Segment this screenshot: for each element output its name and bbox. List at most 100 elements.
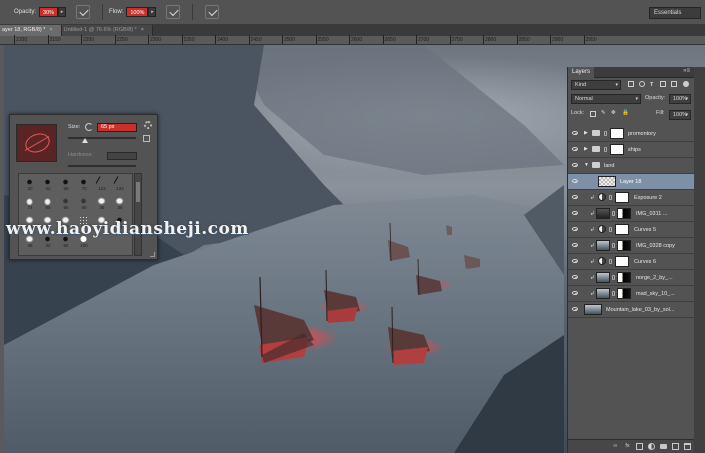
layer-row[interactable]: Layer 18 [568, 174, 695, 190]
eye-icon[interactable] [572, 131, 578, 135]
trash-icon[interactable] [684, 443, 691, 450]
layer-row[interactable]: Mountain_lake_03_by_sol... [568, 302, 695, 318]
eye-icon[interactable] [572, 211, 578, 215]
layer-row[interactable]: ▶ promontory [568, 126, 695, 142]
blend-mode-select[interactable]: Normal [571, 94, 641, 104]
gear-icon[interactable] [144, 121, 152, 129]
mask-thumbnail[interactable] [617, 240, 631, 251]
brush-preset[interactable]: 42 [41, 178, 55, 192]
pressure-size-icon[interactable] [205, 5, 220, 19]
lock-all-icon[interactable]: 🔒 [622, 108, 629, 118]
brush-preset[interactable]: 55 [59, 178, 73, 192]
close-icon[interactable]: × [49, 27, 52, 33]
new-layer-icon[interactable] [672, 443, 679, 450]
hardness-input[interactable] [107, 152, 137, 160]
mask-icon[interactable] [636, 443, 643, 450]
fx-icon[interactable]: fx [624, 443, 631, 450]
mask-thumbnail[interactable] [615, 192, 629, 203]
adjustment-filter-icon[interactable] [639, 81, 645, 87]
filter-toggle-icon[interactable] [683, 81, 689, 87]
layer-thumbnail[interactable] [596, 272, 610, 283]
eye-icon[interactable] [572, 163, 578, 167]
layer-row[interactable]: ↲ mad_sky_10_... [568, 286, 695, 302]
brush-preset[interactable]: 95 [41, 197, 55, 211]
mask-thumbnail[interactable] [615, 256, 629, 267]
adjustment-icon[interactable] [648, 443, 655, 450]
folder-icon[interactable] [660, 444, 667, 449]
mask-thumbnail[interactable] [617, 272, 631, 283]
brush-preset[interactable]: 112 [95, 176, 109, 192]
brush-preset[interactable]: 36 [95, 197, 109, 211]
brush-preset[interactable]: 74 [23, 197, 37, 211]
layer-thumbnail[interactable] [596, 240, 610, 251]
workspace-switcher[interactable]: Essentials [649, 7, 701, 19]
layer-row[interactable]: ↲ Curves 6 [568, 254, 695, 270]
size-input[interactable]: 65 px [97, 123, 137, 132]
opacity-dropdown[interactable]: ▸ [58, 7, 67, 17]
lock-position-icon[interactable]: ✥ [611, 108, 616, 118]
flow-dropdown[interactable]: ▸ [148, 7, 157, 17]
brush-preset[interactable]: 95 [59, 197, 73, 211]
mask-thumbnail[interactable] [615, 224, 629, 235]
reset-icon[interactable] [85, 123, 93, 131]
type-filter-icon[interactable]: T [650, 80, 653, 90]
lock-transparency-icon[interactable] [590, 111, 596, 117]
layer-row[interactable]: ▼ land [568, 158, 695, 174]
layer-row[interactable]: ↲ IMG_0328 copy [568, 238, 695, 254]
layer-row[interactable]: ↲ Curves 5 [568, 222, 695, 238]
eye-icon[interactable] [572, 227, 578, 231]
tab-untitled-1[interactable]: Untitled-1 @ 76.6% (RGB/8) * × [61, 25, 153, 36]
close-icon[interactable]: × [141, 27, 144, 33]
layer-thumbnail[interactable] [584, 304, 602, 315]
adjustment-layer-icon[interactable] [598, 257, 606, 265]
brush-preset[interactable]: 30 [23, 178, 37, 192]
layer-thumbnail[interactable] [596, 208, 610, 219]
layer-thumbnail[interactable] [596, 288, 610, 299]
pressure-opacity-icon[interactable] [76, 5, 91, 19]
mask-thumbnail[interactable] [610, 128, 624, 139]
link-icon[interactable]: ∞ [612, 443, 619, 450]
mask-thumbnail[interactable] [617, 208, 631, 219]
eye-icon[interactable] [572, 195, 578, 199]
layer-thumbnail[interactable] [598, 176, 616, 187]
size-slider-thumb[interactable] [82, 138, 88, 143]
brush-preset[interactable]: 36 [113, 197, 127, 211]
eye-icon[interactable] [572, 307, 578, 311]
preset-scrollbar[interactable] [134, 173, 142, 256]
kind-filter-select[interactable]: Kind [571, 80, 621, 90]
expand-arrow-icon[interactable]: ▶ [584, 146, 588, 152]
adjustment-layer-icon[interactable] [598, 193, 606, 201]
layer-row[interactable]: ▶ ships [568, 142, 695, 158]
eye-icon[interactable] [572, 179, 578, 183]
layer-row[interactable]: ↲ IMG_0311 ... [568, 206, 695, 222]
size-slider-track[interactable] [68, 137, 136, 139]
mask-thumbnail[interactable] [610, 144, 624, 155]
flow-input[interactable]: 100% [126, 7, 149, 17]
airbrush-icon[interactable] [166, 5, 181, 19]
opacity-input[interactable]: 30% [39, 7, 59, 17]
eye-icon[interactable] [572, 243, 578, 247]
tab-layer-18[interactable]: ayer 18, RGB/8) * × [0, 25, 62, 36]
brush-preset[interactable]: 70 [77, 178, 91, 192]
layer-row[interactable]: ↲ Exposure 2 [568, 190, 695, 206]
collapse-arrow-icon[interactable]: ▼ [584, 162, 589, 168]
brush-preset[interactable]: 90 [77, 197, 91, 211]
expand-arrow-icon[interactable]: ▶ [584, 130, 588, 136]
mask-thumbnail[interactable] [617, 288, 631, 299]
resize-grip-icon[interactable] [150, 252, 155, 257]
lock-pixels-icon[interactable]: ✎ [601, 108, 606, 118]
adjustment-layer-icon[interactable] [598, 225, 606, 233]
brush-preset[interactable]: 134 [113, 176, 127, 192]
eye-icon[interactable] [572, 259, 578, 263]
new-preset-icon[interactable] [143, 135, 150, 142]
eye-icon[interactable] [572, 147, 578, 151]
layer-row[interactable]: ↲ norge_2_by_... [568, 270, 695, 286]
eye-icon[interactable] [572, 291, 578, 295]
hardness-slider-track[interactable] [68, 165, 136, 167]
fill-input[interactable]: 100% [669, 110, 691, 120]
pixel-filter-icon[interactable] [628, 81, 634, 87]
eye-icon[interactable] [572, 275, 578, 279]
layer-opacity-input[interactable]: 100% [669, 94, 691, 104]
smart-object-filter-icon[interactable] [671, 81, 677, 87]
shape-filter-icon[interactable] [660, 81, 666, 87]
